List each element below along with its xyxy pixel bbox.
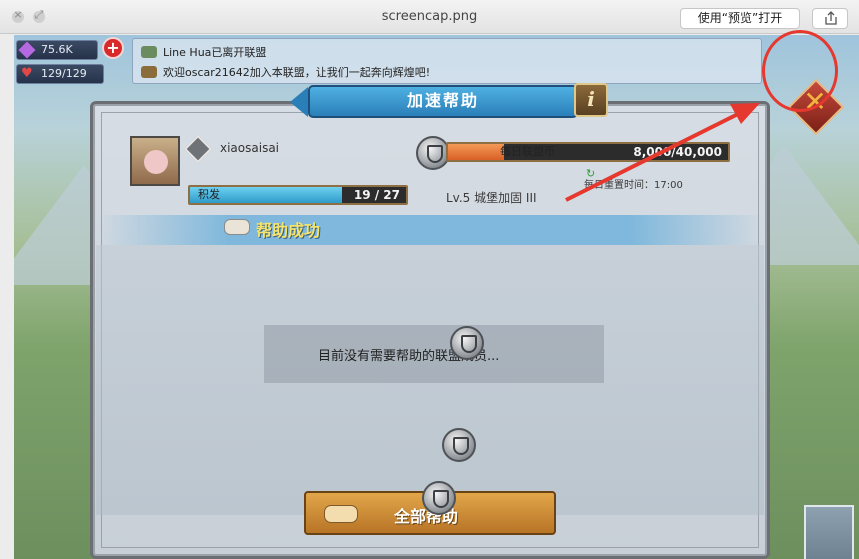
annotation-arrow: [565, 103, 760, 202]
